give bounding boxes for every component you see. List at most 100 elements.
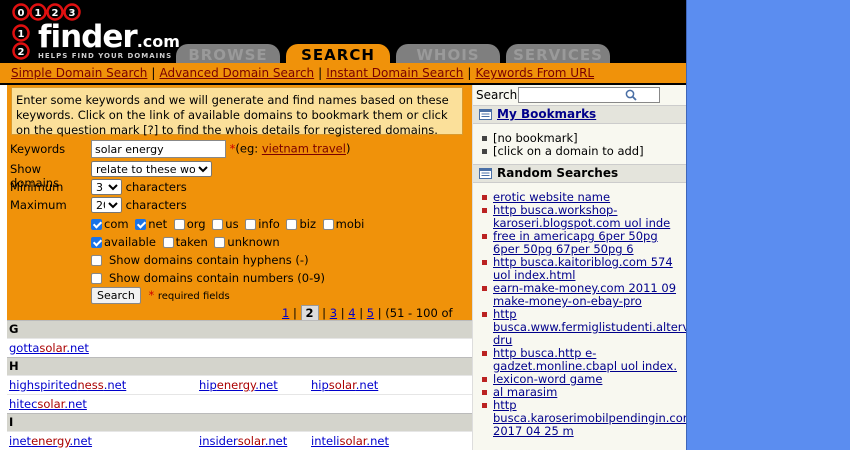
list-item: al marasim [482, 385, 683, 399]
maximum-label: Maximum [10, 198, 67, 212]
list-icon [479, 109, 492, 120]
keywords-label: Keywords [10, 142, 66, 156]
page-link-5[interactable]: 5 [367, 306, 374, 320]
link-keywords-from-url[interactable]: Keywords From URL [475, 66, 594, 80]
sidebar-search-label: Search [476, 88, 518, 102]
random-search-link[interactable]: free in americapg 6per 50pg 6per 50pg 67… [493, 229, 658, 256]
list-item: earn-make-money.com 2011 09 make-money-o… [482, 281, 683, 308]
domain-link[interactable]: insidersolar.net [199, 432, 287, 450]
tld-us-checkbox[interactable] [212, 219, 224, 230]
tld-org-checkbox[interactable] [173, 219, 185, 230]
tld-info-checkbox[interactable] [245, 219, 257, 230]
tab-browse[interactable]: BROWSE [176, 44, 280, 64]
my-bookmarks-link[interactable]: My Bookmarks [497, 107, 596, 121]
taken-checkbox[interactable] [162, 237, 174, 248]
random-search-link[interactable]: http busca.kaitoriblog.com 574 uol index… [493, 255, 673, 282]
search-button[interactable]: Search [91, 287, 141, 304]
list-item: http busca.www.fermiglistudenti.altervis… [482, 308, 686, 347]
letter-heading-h: H [7, 357, 472, 375]
unknown-checkbox[interactable] [214, 237, 226, 248]
example-link[interactable]: vietnam travel [262, 142, 346, 156]
random-search-link[interactable]: al marasim [493, 385, 557, 399]
domain-link[interactable]: gottasolar.net [9, 339, 89, 357]
table-row: hitecsolar.net [7, 394, 472, 413]
available-checkbox[interactable] [91, 237, 102, 248]
list-item: [click on a domain to add] [482, 145, 686, 158]
list-item: http busca.http e-gadzet.monline.cbapl u… [482, 346, 683, 373]
intro-text: Enter some keywords and we will generate… [11, 87, 463, 137]
page-link-1[interactable]: 1 [282, 306, 289, 320]
keywords-input[interactable] [91, 140, 226, 158]
random-search-link[interactable]: erotic website name [493, 190, 610, 204]
svg-text:0: 0 [18, 8, 25, 19]
list-item: free in americapg 6per 50pg 6per 50pg 67… [482, 229, 683, 256]
letter-heading-g: G [7, 320, 472, 338]
table-row: inetenergy.net insidersolar.net inteliso… [7, 431, 472, 450]
maximum-select[interactable]: 20 [91, 197, 122, 213]
numbers-checkbox[interactable] [91, 273, 102, 284]
tab-whois[interactable]: WHOIS [396, 44, 500, 64]
svg-text:3: 3 [69, 8, 76, 19]
minimum-select[interactable]: 3 [91, 179, 122, 195]
svg-text:2: 2 [18, 47, 25, 58]
table-row: gottasolar.net [7, 338, 472, 357]
page-current: 2 [300, 305, 319, 321]
tab-search[interactable]: SEARCH [286, 44, 390, 64]
minimum-label: Minimum [10, 180, 64, 194]
link-advanced-domain-search[interactable]: Advanced Domain Search [159, 66, 314, 80]
svg-text:1: 1 [18, 29, 25, 40]
domain-link[interactable]: inetenergy.net [9, 432, 92, 450]
show-domains-select[interactable]: relate to these words [91, 161, 212, 177]
domain-link[interactable]: highspiritedness.net [9, 376, 126, 394]
random-search-link[interactable]: http busca.karoserimobilpendingin.com 20… [493, 398, 686, 438]
svg-text:2: 2 [52, 8, 59, 19]
tld-com-checkbox[interactable] [91, 219, 102, 230]
page-link-4[interactable]: 4 [348, 306, 355, 320]
sub-navigation: Simple Domain Search | Advanced Domain Sea… [0, 63, 686, 85]
logo-tagline: HELPS FIND YOUR DOMAINS [38, 52, 173, 60]
results-list: G gottasolar.net H highspiritedness.net … [7, 320, 472, 450]
domain-link[interactable]: hipenergy.net [199, 376, 278, 394]
svg-text:1: 1 [35, 8, 42, 19]
maximum-unit: characters [125, 198, 187, 212]
random-search-link[interactable]: http busca.http e-gadzet.monline.cbapl u… [493, 346, 677, 373]
letter-heading-i: I [7, 413, 472, 431]
random-search-link[interactable]: http busca.workshop-karoseri.blogspot.co… [493, 203, 670, 230]
hyphens-checkbox[interactable] [91, 255, 102, 266]
tld-mobi-checkbox[interactable] [322, 219, 334, 230]
sidebar-search: Search [473, 85, 686, 105]
table-row: highspiritedness.net hipenergy.net hipso… [7, 375, 472, 394]
sidebar-search-input[interactable] [518, 87, 660, 103]
list-icon [479, 168, 492, 179]
tld-biz-checkbox[interactable] [286, 219, 298, 230]
list-item: http busca.workshop-karoseri.blogspot.co… [482, 203, 683, 230]
search-form-panel: Enter some keywords and we will generate… [7, 85, 472, 335]
page-link-3[interactable]: 3 [330, 306, 337, 320]
domain-link[interactable]: hipsolar.net [311, 376, 378, 394]
sidebar: Search My Bookmarks [no bookmark] [click… [472, 85, 686, 450]
domain-link[interactable]: hitecsolar.net [9, 395, 87, 413]
tld-net-checkbox[interactable] [135, 219, 147, 230]
link-instant-domain-search[interactable]: Instant Domain Search [326, 66, 463, 80]
link-simple-domain-search[interactable]: Simple Domain Search [11, 66, 147, 80]
example-text: (eg: vietnam travel) [235, 141, 351, 156]
random-search-link[interactable]: lexicon-word game [493, 372, 602, 386]
site-header: 0123 12 finder.com HELPS FIND YOUR DOMAI… [0, 0, 686, 64]
random-search-link[interactable]: earn-make-money.com 2011 09 make-money-o… [493, 281, 676, 308]
bookmarks-list: [no bookmark] [click on a domain to add] [473, 124, 686, 164]
list-item: http busca.karoserimobilpendingin.com 20… [482, 399, 686, 438]
hyphens-label: Show domains contain hyphens (-) [109, 253, 309, 267]
list-item: http busca.kaitoriblog.com 574 uol index… [482, 255, 683, 282]
random-searches-list: erotic website name http busca.workshop-… [473, 183, 686, 444]
search-icon[interactable] [625, 89, 637, 101]
minimum-unit: characters [125, 180, 187, 194]
bookmarks-heading: My Bookmarks [473, 105, 686, 124]
random-search-link[interactable]: http busca.www.fermiglistudenti.altervis… [493, 307, 686, 347]
numbers-label: Show domains contain numbers (0-9) [109, 271, 326, 285]
required-note: required fields [157, 291, 230, 302]
random-searches-heading: Random Searches [473, 164, 686, 183]
status-options: available taken unknown [91, 235, 283, 249]
domain-link[interactable]: intelisolar.net [311, 432, 389, 450]
tab-services[interactable]: SERVICES [506, 44, 610, 64]
tld-options: com net org us info biz mobi [91, 217, 367, 231]
